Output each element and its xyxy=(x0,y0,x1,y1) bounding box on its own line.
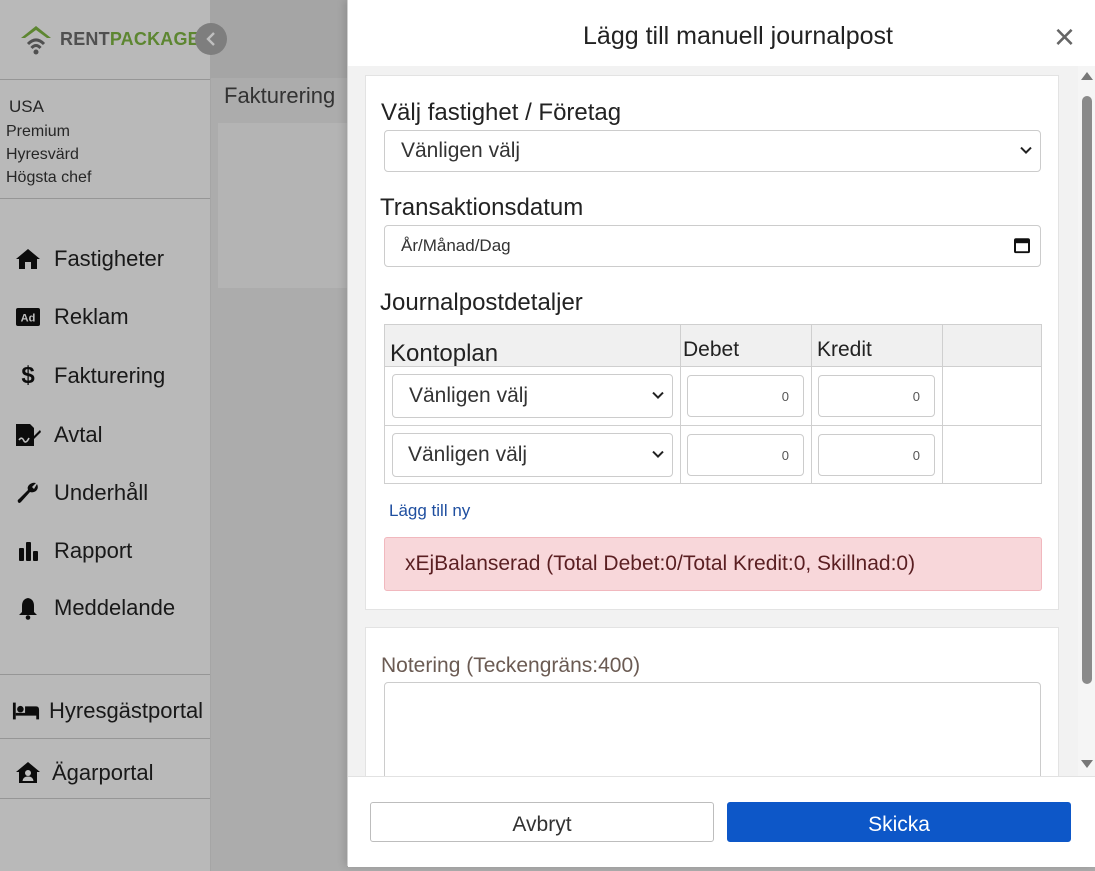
account-select[interactable]: Vänligen välj xyxy=(392,433,673,477)
chevron-down-icon xyxy=(652,391,664,400)
debit-input[interactable]: 0 xyxy=(687,375,804,417)
close-icon[interactable]: × xyxy=(1054,19,1075,55)
date-label: Transaktionsdatum xyxy=(380,194,584,221)
chevron-down-icon xyxy=(1020,146,1032,155)
scroll-thumb[interactable] xyxy=(1082,96,1092,684)
modal-title: Lägg till manuell journalpost xyxy=(583,22,893,50)
scroll-down-arrow-icon[interactable] xyxy=(1081,760,1093,768)
column-header-actions xyxy=(942,324,1042,367)
cancel-button[interactable]: Avbryt xyxy=(370,802,714,842)
property-select-value: Vänligen välj xyxy=(401,139,521,162)
date-input-placeholder: År/Månad/Dag xyxy=(401,236,511,255)
table-cell xyxy=(942,366,1042,426)
account-select-value: Vänligen välj xyxy=(409,384,529,407)
notes-label: Notering (Teckengräns:400) xyxy=(381,654,641,677)
property-label: Välj fastighet / Företag xyxy=(381,99,622,126)
modal-body: Välj fastighet / Företag Vänligen välj T… xyxy=(348,66,1078,776)
chevron-down-icon xyxy=(652,450,664,459)
table-cell xyxy=(942,425,1042,484)
column-header-kredit: Kredit xyxy=(811,324,943,367)
column-header-label: Debet xyxy=(683,338,740,361)
calendar-icon[interactable] xyxy=(1014,237,1030,254)
unbalanced-alert: xEjBalanserad (Total Debet:0/Total Kredi… xyxy=(384,537,1042,591)
notes-panel: Notering (Teckengräns:400) xyxy=(365,627,1059,776)
column-header-label: Kontoplan xyxy=(390,340,499,367)
add-new-row-link[interactable]: Lägg till ny xyxy=(389,501,470,521)
journal-entry-modal: Lägg till manuell journalpost × Välj fas… xyxy=(347,0,1095,867)
credit-input[interactable]: 0 xyxy=(818,434,935,476)
account-select-value: Vänligen välj xyxy=(408,443,528,466)
notes-textarea[interactable] xyxy=(384,682,1041,776)
modal-footer: Avbryt Skicka xyxy=(348,776,1095,867)
column-header-label: Kredit xyxy=(817,338,872,361)
account-select[interactable]: Vänligen välj xyxy=(392,374,673,418)
submit-button[interactable]: Skicka xyxy=(727,802,1071,842)
modal-scrollbar[interactable] xyxy=(1078,66,1095,776)
property-select[interactable]: Vänligen välj xyxy=(384,130,1041,172)
details-label: Journalpostdetaljer xyxy=(380,289,583,316)
scroll-up-arrow-icon[interactable] xyxy=(1081,72,1093,80)
debit-input[interactable]: 0 xyxy=(687,434,804,476)
column-header-debet: Debet xyxy=(680,324,812,367)
credit-input[interactable]: 0 xyxy=(818,375,935,417)
column-header-kontoplan: Kontoplan xyxy=(384,324,681,367)
date-input[interactable]: År/Månad/Dag xyxy=(384,225,1041,267)
journal-form-panel: Välj fastighet / Företag Vänligen välj T… xyxy=(365,75,1059,610)
